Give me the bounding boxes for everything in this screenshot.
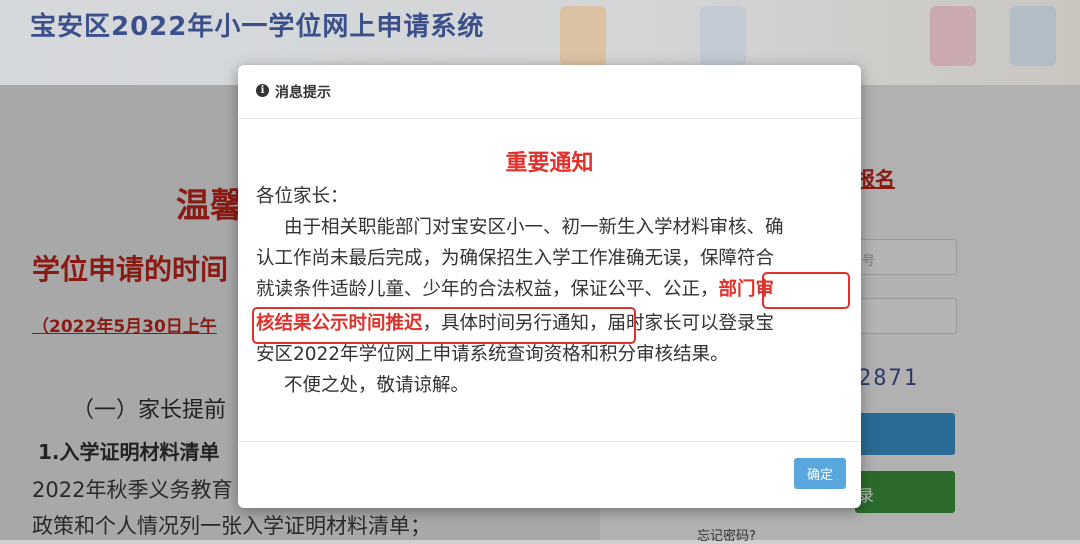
body-line: 政策和个人情况列一张入学证明材料清单； — [32, 514, 431, 538]
greeting: 各位家长： — [256, 186, 349, 207]
notice-line: 由于相关职能部门对宝安区小一、初一新生入学材料审核、确 — [284, 217, 784, 238]
welcome-title: 温馨 — [176, 186, 244, 226]
decoration-image — [700, 6, 746, 66]
time-heading: 学位申请的时间 — [32, 253, 229, 286]
message-dialog: i 消息提示 重要通知 各位家长： 由于相关职能部门对宝安区小一、初一新生入学材… — [238, 65, 861, 508]
sub-heading: 1.入学证明材料清单 — [38, 440, 220, 464]
dialog-header: i 消息提示 — [238, 65, 861, 119]
notice-text: 就读条件适龄儿童、少年的合法权益，保证公平、公正， — [256, 279, 719, 300]
captcha-button[interactable] — [855, 413, 955, 455]
date-line: （2022年5月30日上午 — [32, 317, 217, 337]
notice-title: 重要通知 — [505, 151, 594, 176]
signup-link[interactable]: 报名 — [855, 163, 895, 192]
dialog-footer — [238, 441, 861, 509]
captcha-image[interactable]: 2871 — [858, 366, 919, 391]
section-heading: （一）家长提前 — [72, 398, 227, 423]
decoration-image — [1010, 6, 1056, 66]
confirm-button[interactable]: 确定 — [794, 458, 846, 489]
notice-line: 不便之处，敬请谅解。 — [284, 375, 470, 396]
app-title: 宝安区2022年小一学位网上申请系统 — [30, 12, 485, 42]
forgot-password-link[interactable]: 忘记密码? — [697, 525, 756, 544]
notice-line: 认工作尚未最后完成，为确保招生入学工作准确无误，保障符合 — [256, 248, 775, 269]
highlight-box — [762, 272, 850, 309]
password-input[interactable] — [855, 298, 957, 334]
decoration-image — [560, 6, 606, 66]
notice-line: 安区2022年学位网上申请系统查询资格和积分审核结果。 — [256, 344, 729, 365]
highlight-box — [252, 307, 636, 344]
info-icon: i — [256, 84, 269, 97]
id-input-placeholder: 号 — [862, 254, 876, 269]
decoration-image — [930, 6, 976, 66]
dialog-title: 消息提示 — [275, 85, 331, 101]
body-line: 2022年秋季义务教育 — [32, 478, 233, 502]
notice-line: 就读条件适龄儿童、少年的合法权益，保证公平、公正，部门审 — [256, 275, 774, 305]
